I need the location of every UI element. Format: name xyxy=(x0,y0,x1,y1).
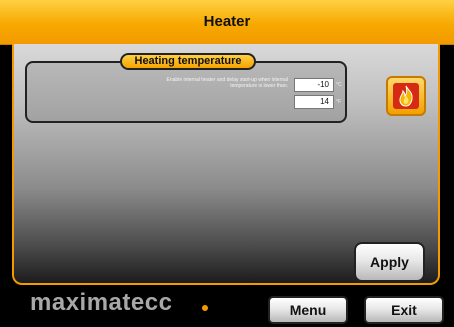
celsius-unit: °C xyxy=(336,82,342,88)
fahrenheit-input[interactable]: 14 xyxy=(294,95,334,109)
exit-button[interactable]: Exit xyxy=(364,296,444,324)
celsius-input[interactable]: -10 xyxy=(294,78,334,92)
heating-temperature-title: Heating temperature xyxy=(120,53,256,70)
heating-temperature-group xyxy=(25,61,347,123)
brand-logo: maximatecc xyxy=(30,289,173,316)
heater-button[interactable] xyxy=(386,76,426,116)
fahrenheit-unit: °F xyxy=(336,99,342,105)
apply-button[interactable]: Apply xyxy=(354,242,425,282)
flame-icon xyxy=(393,83,419,109)
heater-screen: Heater Heating temperature Enable intern… xyxy=(0,0,454,327)
heating-description: Enable internal heater and delay start-u… xyxy=(166,77,288,89)
menu-button[interactable]: Menu xyxy=(268,296,348,324)
window-title: Heater xyxy=(0,0,454,45)
logo-dot xyxy=(202,305,208,311)
